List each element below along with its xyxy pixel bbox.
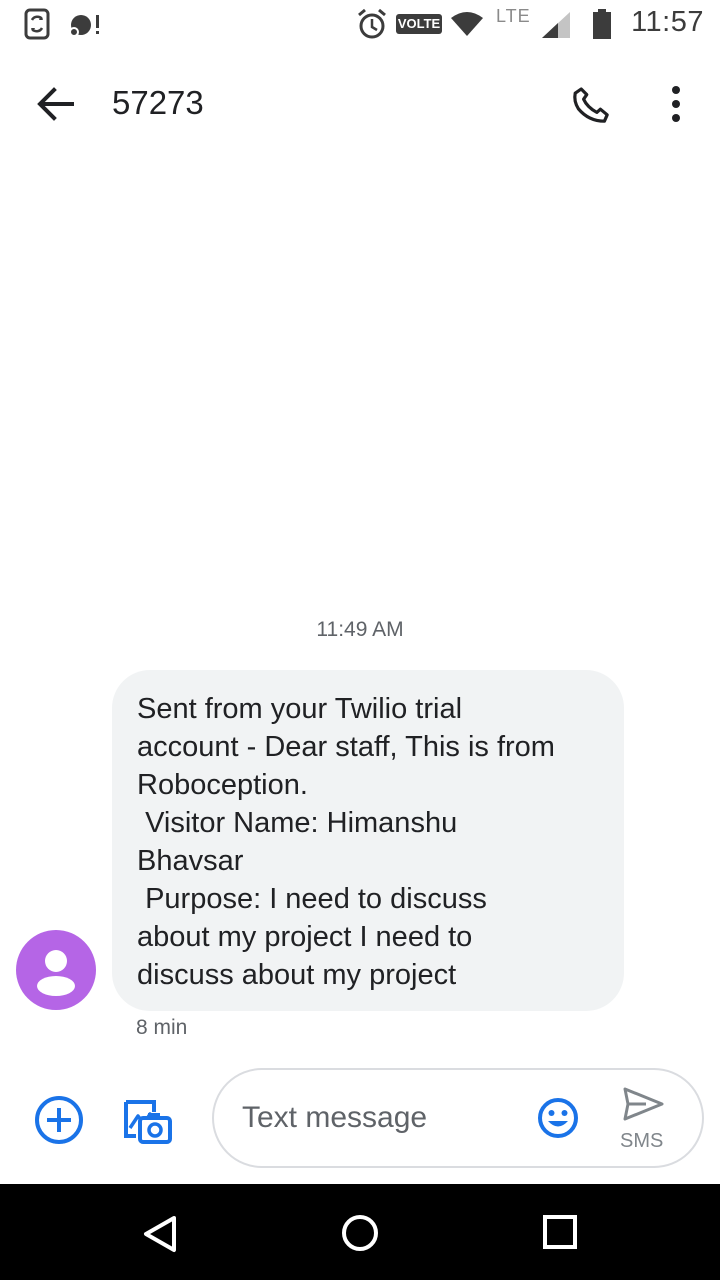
message-text: Sent from your Twilio trial account - De…	[137, 693, 555, 991]
conversation-title: 57273	[112, 84, 204, 121]
nav-back-icon[interactable]	[140, 1214, 180, 1254]
sync-alert-icon	[69, 15, 99, 37]
status-bar: VOLTE LTE 11:57	[0, 0, 720, 50]
person-icon	[37, 950, 75, 996]
emoji-icon[interactable]	[536, 1096, 580, 1140]
avatar[interactable]	[16, 930, 96, 1010]
message-input[interactable]	[242, 1096, 522, 1140]
status-clock: 11:57	[631, 6, 704, 38]
message-age: 8 min	[136, 1016, 188, 1039]
network-type-label: LTE	[496, 6, 531, 26]
alarm-icon	[358, 8, 386, 39]
battery-icon	[593, 9, 611, 39]
send-sms-label[interactable]: SMS	[620, 1130, 663, 1153]
nav-home-icon[interactable]	[340, 1213, 380, 1253]
volte-badge: VOLTE	[396, 14, 442, 34]
message-timestamp: 11:49 AM	[316, 618, 404, 641]
arrow-back-icon[interactable]	[34, 84, 78, 124]
gallery-camera-icon[interactable]	[120, 1094, 174, 1146]
screen-rotation-icon	[24, 8, 50, 40]
message-bubble[interactable]: Sent from your Twilio trial account - De…	[112, 670, 624, 1011]
wifi-icon	[451, 12, 483, 36]
navigation-bar	[0, 1184, 720, 1280]
add-circle-icon[interactable]	[33, 1094, 85, 1146]
phone-icon[interactable]	[568, 82, 616, 130]
more-vert-icon[interactable]	[664, 84, 688, 126]
send-icon[interactable]	[622, 1086, 666, 1122]
nav-recents-icon[interactable]	[542, 1214, 578, 1250]
signal-icon	[542, 12, 570, 38]
